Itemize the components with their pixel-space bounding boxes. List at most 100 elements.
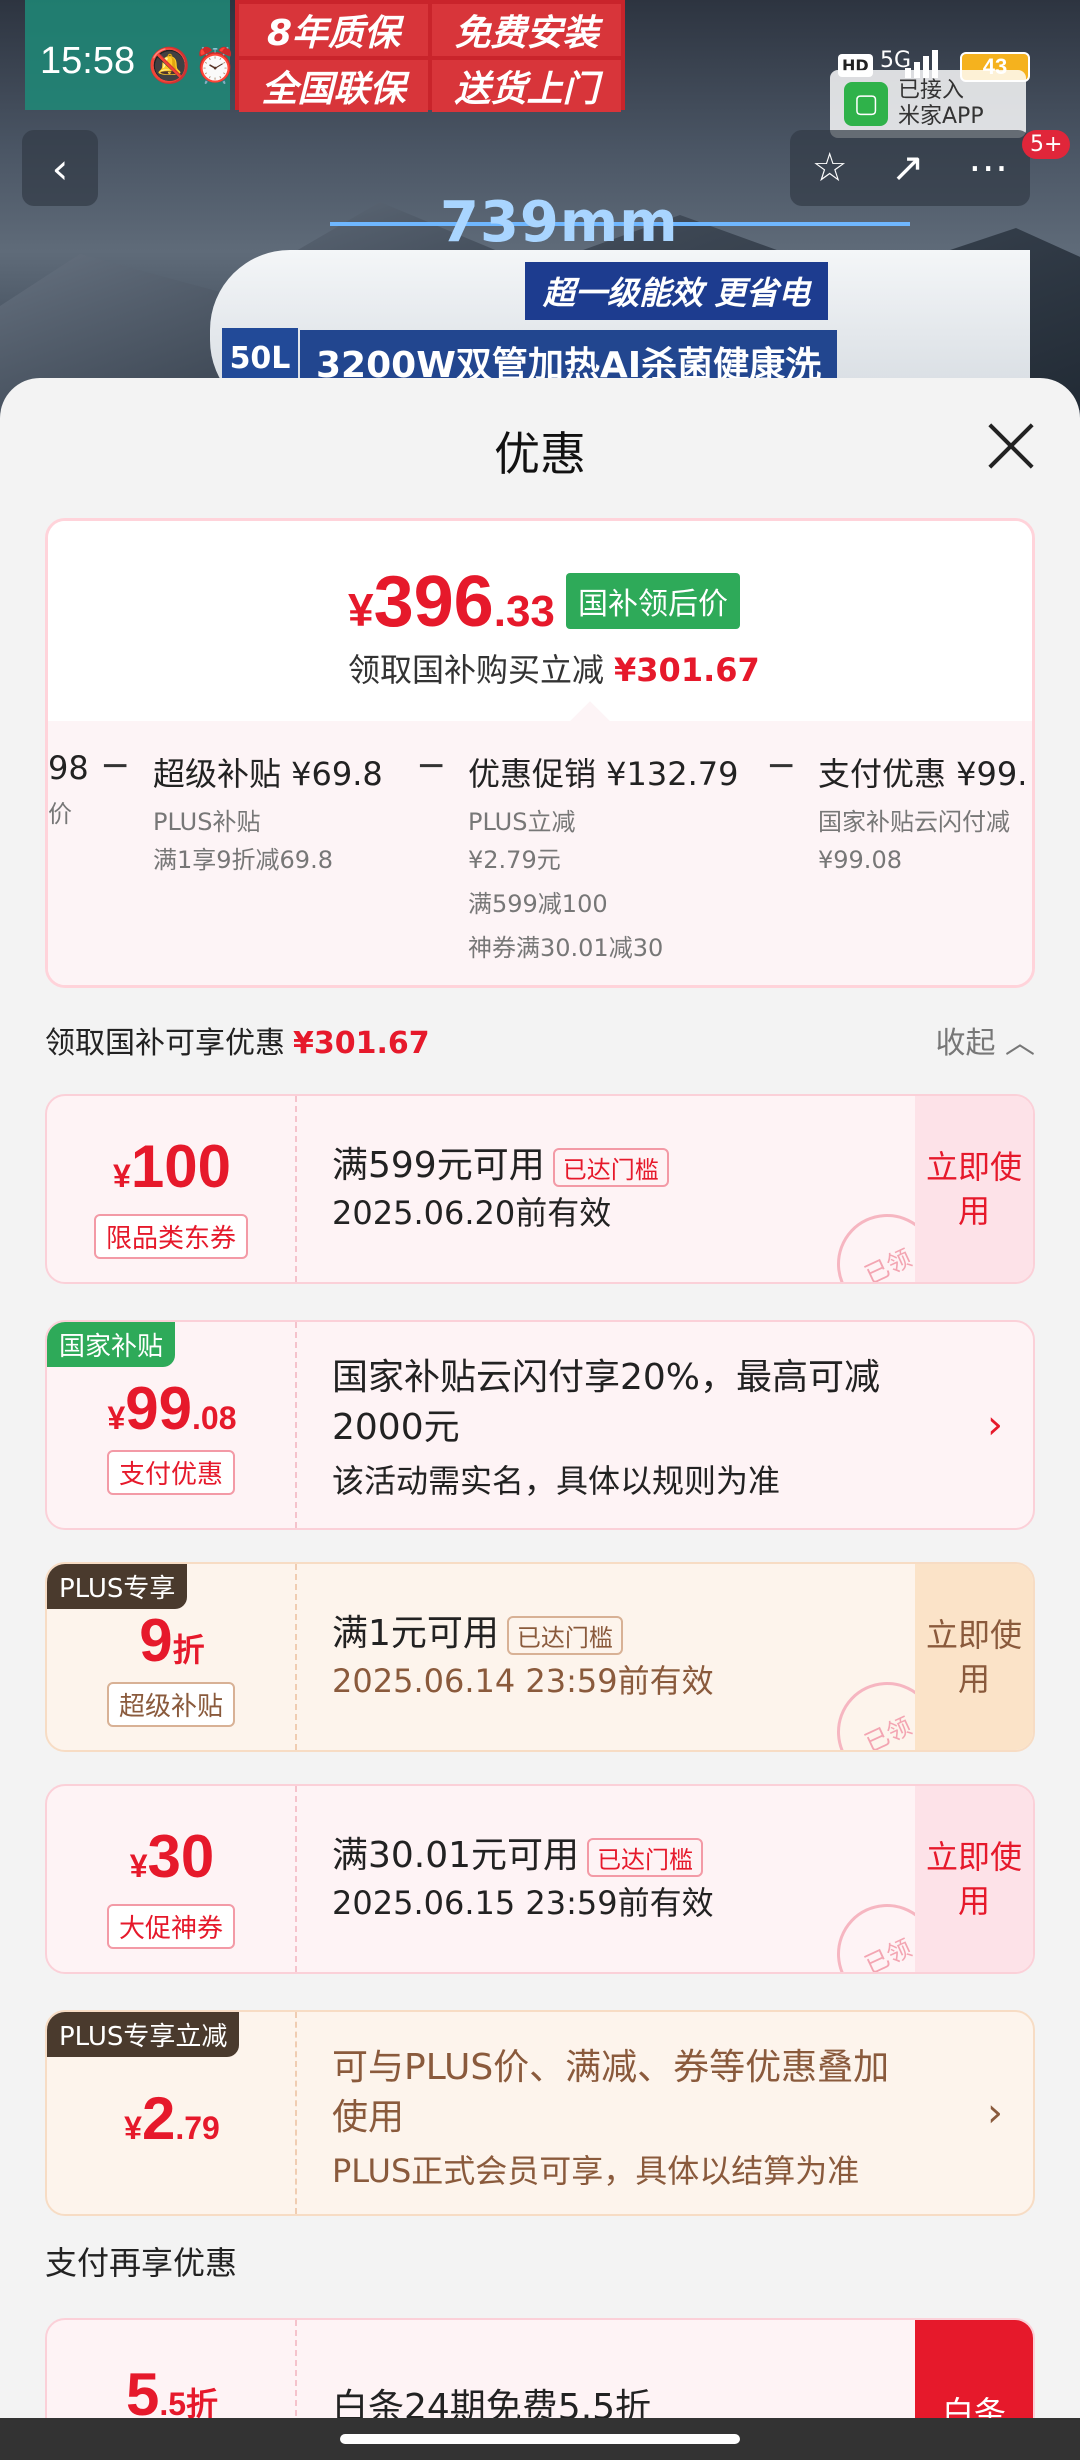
dimension-label: 739mm (440, 190, 679, 255)
top-action-bar: ☆ ↗ ⋯ (790, 130, 1030, 206)
coupon-value: 9折 (47, 1606, 297, 1675)
coupon-validity: 2025.06.15 23:59前有效 (332, 1884, 714, 1922)
use-now-button[interactable]: 立即使用 (915, 1096, 1033, 1282)
mute-bell-icon: 🔕 (148, 46, 191, 86)
more-icon[interactable]: ⋯ (968, 145, 1008, 191)
use-now-button[interactable]: 立即使用 (915, 1786, 1033, 1972)
rebate-line: 领取国补购买立减 ¥301.67 (348, 645, 760, 691)
breakdown-sub-line: ¥99.08 (818, 846, 902, 874)
coupon-condition: 满30.01元可用 已达门槛 (332, 1826, 704, 1878)
sheet-title: 优惠 (494, 427, 586, 481)
chevron-right-icon: › (987, 2090, 1003, 2136)
minus-sign: − (416, 745, 447, 786)
breakdown-sub: 国家补贴云闪付减 ¥99.08 (818, 803, 1027, 879)
collapse-button[interactable]: 收起 ︿ (935, 1018, 1035, 1062)
coupon-value: ¥99.08 (47, 1374, 297, 1443)
price-breakdown: 98 价 − 超级补贴 ¥69.8 PLUS补贴 满1享9折减69.8 − 优惠… (48, 721, 1032, 985)
message-count-badge: 5+ (1022, 130, 1071, 159)
coupon-card[interactable]: PLUS专享立减 ¥2.79 可与PLUS价、满减、券等优惠叠加 使用 PLUS… (45, 2010, 1035, 2216)
coupon-condition-cont: 2000元 (332, 1407, 460, 1448)
breakdown-sub: PLUS立减 ¥2.79元 满599减100 神券满30.01减30 (468, 803, 739, 967)
star-icon[interactable]: ☆ (812, 145, 848, 191)
coupon-number: 100 (130, 1133, 231, 1200)
breakdown-item: 98 价 (48, 749, 89, 833)
breakdown-title: 优惠促销 ¥132.79 (468, 755, 739, 793)
coupon-value-area: PLUS专享立减 ¥2.79 (47, 2012, 297, 2214)
coupon-condition: 满599元可用 已达门槛 (332, 1136, 669, 1188)
coupon-condition: 国家补贴云闪付享20%，最高可减 (332, 1357, 881, 1398)
price-decimal: .33 (493, 587, 555, 636)
price-tag: 国补领后价 (566, 573, 740, 629)
coupon-condition-text: 满599元可用 (332, 1145, 545, 1186)
coupon-condition-cont: 使用 (332, 2097, 405, 2138)
mijia-line1: 已接入 (898, 78, 965, 103)
rebate-amount: ¥301.67 (614, 651, 760, 689)
coupon-card[interactable]: 国家补贴 ¥99.08 支付优惠 国家补贴云闪付享20%，最高可减 2000元 … (45, 1320, 1035, 1530)
minus-sign: − (766, 745, 797, 786)
coupon-decimal: .08 (192, 1400, 237, 1436)
coupon-value-area: 国家补贴 ¥99.08 支付优惠 (47, 1322, 297, 1528)
coupon-value-area: PLUS专享 9折 超级补贴 (47, 1564, 297, 1750)
coupon-condition: 可与PLUS价、满减、券等优惠叠加 (332, 2047, 890, 2088)
breakdown-sub-line: PLUS立减 (468, 808, 576, 836)
section-amount: ¥301.67 (293, 1026, 430, 1061)
coupon-validity: 2025.06.14 23:59前有效 (332, 1662, 714, 1700)
coupon-type-tag: 超级补贴 (106, 1682, 236, 1727)
coupon-number: 30 (147, 1823, 215, 1890)
breakdown-sub-line: 神券满30.01减30 (468, 934, 664, 962)
breakdown-sub: 价 (48, 800, 72, 828)
coupon-type-tag: 支付优惠 (106, 1450, 236, 1495)
price-symbol: ¥ (348, 584, 374, 636)
price-summary: ¥396.33 国补领后价 领取国补购买立减 ¥301.67 98 价 − 超级补… (45, 518, 1035, 988)
coupon-card: ¥30 大促神券 满30.01元可用 已达门槛 2025.06.15 23:59前… (45, 1784, 1035, 1974)
coupon-card: PLUS专享 9折 超级补贴 满1元可用 已达门槛 2025.06.14 23:5… (45, 1562, 1035, 1752)
gesture-nav-bar (0, 2418, 1080, 2460)
coupon-value-area: ¥30 大促神券 (47, 1786, 297, 1972)
use-now-button[interactable]: 立即使用 (915, 1564, 1033, 1750)
coupon-condition-text: 满30.01元可用 (332, 1835, 580, 1876)
coupon-condition-text: 满1元可用 (332, 1613, 499, 1654)
chevron-left-icon: ‹ (51, 143, 69, 193)
coupon-symbol: ¥ (129, 1848, 148, 1884)
coupon-decimal: .5折 (159, 2386, 219, 2422)
coupon-number: 9 (139, 1607, 173, 1674)
breakdown-title: 98 (48, 749, 89, 787)
breakdown-title: 支付优惠 ¥99. (818, 755, 1028, 793)
breakdown-sub-line: 国家补贴云闪付减 (818, 808, 1010, 836)
home-indicator[interactable] (340, 2434, 740, 2444)
corner-label: PLUS专享 (47, 1564, 188, 1609)
breakdown-item: 超级补贴 ¥69.8 PLUS补贴 满1享9折减69.8 (153, 749, 383, 879)
threshold-reached-badge: 已达门槛 (552, 1147, 669, 1187)
coupon-note: 该活动需实名，具体以规则为准 (332, 1462, 781, 1500)
share-icon[interactable]: ↗ (891, 145, 925, 191)
collapse-label: 收起 (935, 1026, 996, 1061)
breakdown-sub-line: 满1享9折减69.8 (153, 846, 333, 874)
back-button[interactable]: ‹ (22, 130, 98, 206)
coupon-decimal: .79 (175, 2110, 220, 2146)
coupon-validity: 2025.06.20前有效 (332, 1194, 612, 1232)
coupon-unit: 折 (172, 1632, 205, 1668)
discount-sheet: 优惠 ¥396.33 国补领后价 领取国补购买立减 ¥301.67 98 价 − … (0, 378, 1080, 2460)
section-title: 领取国补可享优惠 (45, 1026, 285, 1061)
coupon-value: ¥2.79 (47, 2084, 297, 2153)
coupon-value: ¥30 (47, 1822, 297, 1891)
coupon-symbol: ¥ (107, 1400, 126, 1436)
close-icon[interactable] (985, 420, 1035, 470)
coupon-card: ¥100 限品类东券 满599元可用 已达门槛 2025.06.20前有效 已领 … (45, 1094, 1035, 1284)
pay-section-title: 支付再享优惠 (45, 2244, 238, 2282)
breakdown-sub-line: PLUS补贴 (153, 808, 261, 836)
coupon-note: PLUS正式会员可享，具体以结算为准 (332, 2152, 860, 2190)
mijia-line2: 米家APP (898, 104, 984, 129)
coupon-value: ¥100 (47, 1132, 297, 1201)
rebate-label: 领取国补购买立减 (348, 651, 605, 689)
coupon-symbol: ¥ (124, 2110, 142, 2146)
slogan-efficiency: 超一级能效 更省电 (525, 262, 829, 320)
coupon-type-tag: 大促神券 (106, 1904, 236, 1949)
threshold-reached-badge: 已达门槛 (506, 1615, 623, 1655)
coupon-symbol: ¥ (113, 1158, 131, 1194)
breakdown-title: 超级补贴 ¥69.8 (153, 755, 383, 793)
breakdown-item: 支付优惠 ¥99. 国家补贴云闪付减 ¥99.08 (818, 749, 1027, 879)
mijia-badge: ▢ 已接入 米家APP (830, 70, 1026, 138)
chevron-right-icon: › (987, 1402, 1003, 1448)
breakdown-sub-line: ¥2.79元 (468, 846, 561, 874)
